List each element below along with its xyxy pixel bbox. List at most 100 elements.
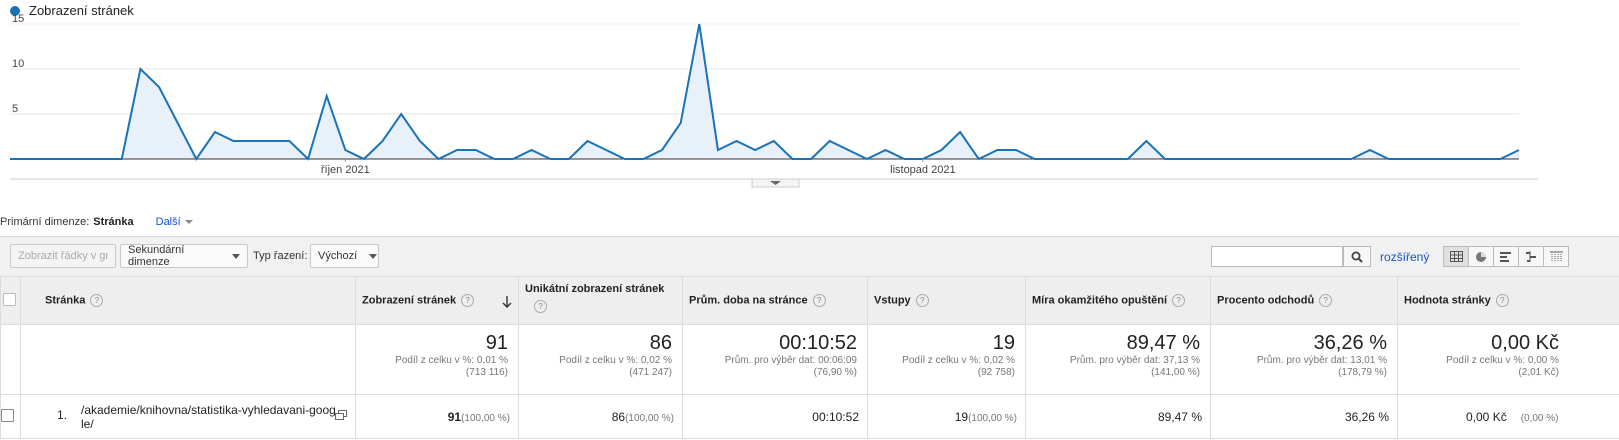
column-label: Unikátní zobrazení stránek: [525, 283, 665, 295]
row-checkbox[interactable]: [1, 408, 14, 422]
total-overall: (76,90 %): [813, 367, 857, 378]
total-overall: (2,01 Kč): [1518, 367, 1559, 378]
select-all-cell: [0, 276, 21, 325]
row-page-link[interactable]: /akademie/knihovna/statistika-vyhledavan…: [81, 403, 336, 431]
help-icon[interactable]: ?: [1172, 294, 1186, 307]
chevron-down-icon: [232, 253, 240, 259]
row-value: 36,26 %: [1344, 409, 1389, 424]
table-view-button[interactable]: [1443, 246, 1469, 267]
help-icon[interactable]: ?: [915, 294, 929, 307]
view-switcher: [1443, 246, 1569, 267]
help-icon[interactable]: ?: [1319, 294, 1333, 307]
series-line: [10, 23, 1520, 161]
total-value: 89,47 %: [1126, 332, 1200, 354]
select-all-checkbox[interactable]: [3, 292, 16, 306]
plot-rows-button[interactable]: Zobrazit řádky v grafu: [10, 244, 116, 268]
help-icon[interactable]: ?: [90, 294, 104, 307]
y-tick-label: 10: [12, 58, 24, 70]
row-unique: 86(100,00 %): [518, 394, 683, 439]
advanced-filter-link[interactable]: rozšířený: [1380, 250, 1429, 264]
column-label: Míra okamžitého opuštění: [1032, 294, 1168, 307]
search-icon: [1351, 251, 1363, 263]
column-header-value[interactable]: Hodnota stránky?: [1397, 276, 1619, 325]
row-percent: (0,00 %): [1520, 412, 1559, 424]
column-header-page[interactable]: Stránka?: [20, 276, 356, 325]
column-header-avg-time[interactable]: Prům. doba na stránce?: [682, 276, 868, 325]
plot-rows-label: Zobrazit řádky v grafu: [18, 250, 108, 262]
row-value: 00:10:52: [812, 409, 859, 424]
column-header-entrances[interactable]: Vstupy?: [867, 276, 1026, 325]
row-bounce: 89,47 %: [1025, 394, 1211, 439]
open-in-new-window-icon[interactable]: [335, 410, 347, 421]
chevron-down-icon: [369, 253, 378, 259]
column-label: Zobrazení stránek: [362, 293, 457, 306]
row-value: 86: [611, 409, 626, 424]
total-overall: (178,79 %): [1338, 367, 1387, 378]
help-icon[interactable]: ?: [812, 294, 826, 307]
row-value: 0,00 Kč: [1466, 409, 1507, 424]
pie-chart-icon: [1476, 251, 1486, 262]
help-icon[interactable]: ?: [1495, 294, 1509, 307]
column-label: Stránka: [45, 294, 86, 307]
primary-dimension-bar: Primární dimenze: Stránka Další: [0, 216, 193, 228]
row-value: 89,47 %: [1157, 409, 1202, 424]
total-share: Podíl z celku v %: 0,02 %: [559, 355, 672, 366]
row-page-cell: 1. /akademie/knihovna/statistika-vyhleda…: [20, 394, 356, 439]
column-label: Prům. doba na stránce: [689, 294, 808, 307]
table-row: 1. /akademie/knihovna/statistika-vyhleda…: [0, 394, 1619, 439]
search-button[interactable]: [1343, 246, 1371, 267]
column-label: Procento odchodů: [1217, 294, 1315, 307]
bar-view-button[interactable]: [1493, 246, 1519, 267]
total-share: Podíl z celku v %: 0,02 %: [902, 355, 1015, 366]
total-share: Prům. pro výběr dat: 00:06:09: [724, 355, 857, 366]
help-icon[interactable]: ?: [461, 293, 475, 307]
total-overall: (713 116): [465, 367, 508, 378]
row-views: 91(100,00 %): [355, 394, 519, 439]
comparison-view-button[interactable]: [1518, 246, 1544, 267]
pie-view-button[interactable]: [1468, 246, 1494, 267]
total-share: Podíl z celku v %: 0,00 %: [1446, 355, 1559, 366]
row-percent: (100,00 %): [968, 412, 1017, 424]
sort-type-label: Typ řazení:: [253, 250, 308, 262]
column-label: Hodnota stránky: [1404, 294, 1491, 307]
sort-descending-icon: [502, 295, 512, 308]
primary-dimension-active[interactable]: Stránka: [93, 216, 133, 228]
row-percent: (100,00 %): [461, 412, 510, 424]
secondary-dimension-dropdown[interactable]: Sekundární dimenze: [120, 244, 248, 268]
help-icon[interactable]: ?: [534, 300, 547, 313]
totals-empty-cell: [0, 324, 21, 395]
total-value: 36,26 %: [1313, 332, 1387, 354]
pivot-view-button[interactable]: [1543, 246, 1569, 267]
column-header-bounce[interactable]: Míra okamžitého opuštění?: [1025, 276, 1211, 325]
row-entrances: 19(100,00 %): [867, 394, 1026, 439]
total-share: Prům. pro výběr dat: 37,13 %: [1069, 355, 1200, 366]
chart-area: Zobrazení stránek 5 10 15 říjen 2021 listopa…: [0, 0, 1619, 200]
totals-row: 91 Podíl z celku v %: 0,01 % (713 116) 86 P…: [0, 324, 1619, 395]
comparison-icon: [1526, 251, 1536, 262]
table-search-input[interactable]: [1211, 246, 1343, 267]
primary-dimension-more[interactable]: Další: [156, 216, 193, 228]
total-share: Prům. pro výběr dat: 13,01 %: [1256, 355, 1387, 366]
secondary-dimension-label: Sekundární dimenze: [128, 244, 185, 268]
total-share: Podíl z celku v %: 0,01 %: [395, 355, 508, 366]
total-value: 86: [649, 332, 672, 354]
total-bounce: 89,47 % Prům. pro výběr dat: 37,13 % (141,…: [1025, 324, 1211, 395]
primary-dimension-label: Primární dimenze:: [0, 216, 90, 228]
total-value: 00:10:52: [779, 332, 857, 354]
column-header-views[interactable]: Zobrazení stránek?: [355, 276, 519, 325]
row-percent: (100,00 %): [625, 412, 674, 424]
row-select-cell: [0, 394, 21, 439]
x-tick-label: říjen 2021: [321, 164, 370, 176]
column-header-unique[interactable]: Unikátní zobrazení stránek?: [518, 276, 683, 325]
x-tick-label: listopad 2021: [890, 164, 955, 176]
total-exit: 36,26 % Prům. pro výběr dat: 13,01 % (178,…: [1210, 324, 1398, 395]
pivot-table-icon: [1549, 251, 1563, 262]
sort-type-dropdown[interactable]: Výchozí: [310, 244, 379, 268]
table-header-row: Stránka? Zobrazení stránek? Unikátní zob…: [0, 276, 1619, 325]
column-label: Vstupy: [874, 294, 911, 307]
column-header-exit[interactable]: Procento odchodů?: [1210, 276, 1398, 325]
total-views: 91 Podíl z celku v %: 0,01 % (713 116): [355, 324, 519, 395]
total-value: 0,00 Kč Podíl z celku v %: 0,00 % (2,01 Kč…: [1397, 324, 1619, 395]
total-unique: 86 Podíl z celku v %: 0,02 % (471 247): [518, 324, 683, 395]
table-toolbar: Zobrazit řádky v grafu Sekundární dimenz…: [0, 236, 1619, 277]
